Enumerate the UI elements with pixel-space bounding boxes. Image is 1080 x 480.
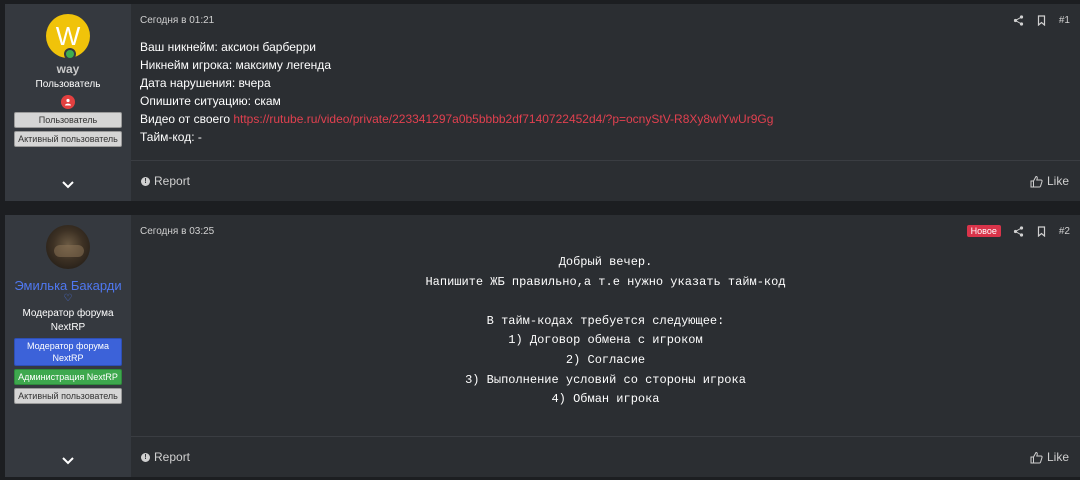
post-footer: ! Report Like <box>131 160 1080 201</box>
info-icon: ! <box>141 452 150 462</box>
online-status-icon <box>64 48 76 60</box>
post-line: Никнейм игрока: максиму легенда <box>140 58 331 72</box>
post-line: Дата нарушения: вчера <box>140 76 271 90</box>
post-header: Сегодня в 03:25 Новое #2 <box>131 215 1080 239</box>
like-button[interactable]: Like <box>1030 174 1069 188</box>
share-icon[interactable] <box>1013 14 1024 26</box>
post-line: Опишите ситуацию: скам <box>140 94 281 108</box>
avatar-letter: W <box>55 20 81 51</box>
user-banner: Модератор форума NextRP <box>14 338 122 366</box>
post-main: Сегодня в 01:21 #1 Ваш никнейм: аксион б… <box>131 4 1080 201</box>
user-banner: Активный пользователь <box>14 388 122 404</box>
like-button[interactable]: Like <box>1030 450 1069 464</box>
post-line: Ваш никнейм: аксион барберри <box>140 40 316 54</box>
bookmark-icon[interactable] <box>1036 225 1047 237</box>
post-actions: #1 <box>1013 15 1070 26</box>
avatar[interactable] <box>46 225 90 269</box>
post-number[interactable]: #1 <box>1059 15 1070 26</box>
heart-icon: ♡ <box>63 293 73 304</box>
username[interactable]: Эмилька Бакарди <box>14 278 121 293</box>
post-date[interactable]: Сегодня в 03:25 <box>140 226 214 237</box>
info-icon: ! <box>141 176 150 186</box>
post-body: Добрый вечер. Напишите ЖБ правильно,а т.… <box>425 255 786 407</box>
post-body: Ваш никнейм: аксион барберри Никнейм игр… <box>131 28 1080 146</box>
like-label: Like <box>1046 450 1069 464</box>
chevron-down-icon[interactable] <box>61 177 75 191</box>
user-banner: Администрация NextRP <box>14 369 122 385</box>
post-author-panel: Эмилька Бакарди ♡ Модератор форума NextR… <box>5 215 131 477</box>
post-date[interactable]: Сегодня в 01:21 <box>140 15 214 26</box>
post-line: Тайм-код: - <box>140 130 202 144</box>
post-actions: Новое #2 <box>966 225 1070 237</box>
new-badge: Новое <box>966 225 1001 237</box>
username[interactable]: way <box>57 62 80 76</box>
post-number[interactable]: #2 <box>1059 226 1070 237</box>
forum-post: Эмилька Бакарди ♡ Модератор форума NextR… <box>5 215 1080 477</box>
user-banner: Активный пользователь <box>14 131 122 147</box>
post-author-panel: W way Пользователь Пользователь Активный… <box>5 4 131 201</box>
post-header: Сегодня в 01:21 #1 <box>131 4 1080 28</box>
post-line: Видео от своего https://rutube.ru/video/… <box>140 110 1080 128</box>
post-footer: ! Report Like <box>131 436 1080 477</box>
bookmark-icon[interactable] <box>1036 14 1047 26</box>
user-title: Модератор форума NextRP <box>22 308 114 333</box>
thumbs-up-icon <box>1030 175 1043 187</box>
report-label: Report <box>154 174 191 188</box>
forum-post: W way Пользователь Пользователь Активный… <box>5 4 1080 201</box>
video-prefix: Видео от своего <box>140 112 234 126</box>
share-icon[interactable] <box>1013 225 1024 237</box>
avatar[interactable]: W <box>46 14 90 60</box>
user-banner: Пользователь <box>14 112 122 128</box>
user-role-icon <box>61 95 75 109</box>
like-label: Like <box>1046 174 1069 188</box>
video-link[interactable]: https://rutube.ru/video/private/22334129… <box>233 112 773 126</box>
report-button[interactable]: ! Report <box>141 174 190 188</box>
user-title: Пользователь <box>35 79 101 90</box>
report-button[interactable]: ! Report <box>141 450 190 464</box>
post-main: Сегодня в 03:25 Новое #2 Добрый вечер. Н… <box>131 215 1080 477</box>
thumbs-up-icon <box>1030 451 1043 463</box>
report-label: Report <box>154 450 191 464</box>
chevron-down-icon[interactable] <box>61 453 75 467</box>
